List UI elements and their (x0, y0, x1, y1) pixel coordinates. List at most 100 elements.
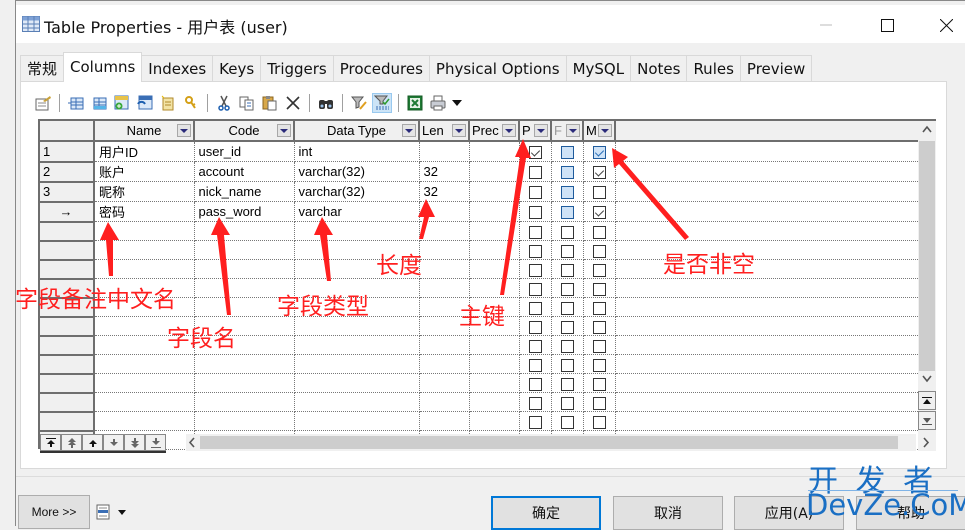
dropdown-arrow-icon[interactable] (177, 124, 191, 137)
cell-prec[interactable] (469, 141, 520, 162)
cell-datatype[interactable] (294, 354, 420, 374)
primary-checkbox[interactable] (528, 206, 542, 220)
column-header-name[interactable]: Name (94, 121, 195, 142)
mandatory-checkbox[interactable] (592, 263, 606, 277)
cell-code[interactable] (194, 411, 295, 431)
cut-button[interactable] (214, 93, 234, 113)
cell-prec[interactable] (469, 392, 520, 412)
table-row[interactable] (40, 259, 920, 280)
mandatory-checkbox[interactable] (592, 244, 606, 258)
dropdown-arrow-icon[interactable] (277, 124, 291, 137)
horizontal-scrollbar[interactable] (186, 434, 930, 451)
cell-datatype[interactable] (294, 411, 420, 431)
row-header[interactable] (40, 373, 95, 394)
mandatory-checkbox[interactable] (592, 166, 606, 180)
cell-len[interactable] (419, 373, 470, 393)
foreign-checkbox[interactable] (560, 415, 574, 429)
dropdown-arrow-icon[interactable] (452, 124, 466, 137)
cell-code[interactable]: account (194, 161, 295, 182)
row-header[interactable] (40, 335, 95, 356)
cancel-button[interactable]: 取消 (613, 496, 723, 530)
scroll-up-icon[interactable] (922, 125, 932, 133)
tab-general[interactable]: 常规 (20, 55, 65, 82)
foreign-checkbox[interactable] (560, 206, 574, 220)
cell-code[interactable]: pass_word (194, 201, 295, 222)
row-header[interactable] (40, 259, 95, 280)
add-columns-button[interactable] (112, 93, 132, 113)
move-page-up-button[interactable] (61, 434, 82, 451)
ok-button[interactable]: 确定 (491, 496, 601, 530)
cell-code[interactable]: user_id (194, 141, 295, 162)
cell-len[interactable]: 32 (419, 161, 470, 182)
cell-name[interactable]: 昵称 (94, 181, 195, 202)
cell-name[interactable] (94, 411, 195, 431)
cell-code[interactable] (194, 221, 295, 241)
mandatory-checkbox[interactable] (592, 301, 606, 315)
cell-len[interactable] (419, 221, 470, 241)
cell-prec[interactable] (469, 259, 520, 279)
domain-button[interactable] (158, 93, 178, 113)
primary-checkbox[interactable] (528, 146, 542, 160)
cell-len[interactable] (419, 335, 470, 355)
primary-checkbox[interactable] (528, 301, 542, 315)
delete-button[interactable] (283, 93, 303, 113)
cell-name[interactable] (94, 259, 195, 279)
reuse-columns-button[interactable] (135, 93, 155, 113)
move-bottom-button[interactable] (145, 434, 166, 451)
cell-code[interactable] (194, 354, 295, 374)
scroll-top-button[interactable] (918, 391, 936, 410)
mandatory-checkbox[interactable] (592, 146, 606, 160)
mandatory-checkbox[interactable] (592, 339, 606, 353)
dropdown-arrow-icon[interactable] (534, 124, 548, 137)
mandatory-checkbox[interactable] (592, 225, 606, 239)
mandatory-checkbox[interactable] (592, 396, 606, 410)
move-page-down-button[interactable] (124, 434, 145, 451)
scroll-down-icon[interactable] (922, 375, 932, 383)
primary-checkbox[interactable] (528, 244, 542, 258)
cell-name[interactable] (94, 240, 195, 260)
dropdown-arrow-icon[interactable] (598, 124, 612, 137)
primary-checkbox[interactable] (528, 339, 542, 353)
cell-name[interactable] (94, 373, 195, 393)
cell-name[interactable] (94, 221, 195, 241)
foreign-checkbox[interactable] (560, 225, 574, 239)
cell-len[interactable] (419, 240, 470, 260)
report-dropdown[interactable] (96, 504, 126, 520)
primary-checkbox[interactable] (528, 186, 542, 200)
print-dropdown[interactable] (451, 93, 463, 113)
cell-prec[interactable] (469, 335, 520, 355)
cell-len[interactable] (419, 354, 470, 374)
mandatory-checkbox[interactable] (592, 358, 606, 372)
primary-checkbox[interactable] (528, 415, 542, 429)
primary-checkbox[interactable] (528, 166, 542, 180)
mandatory-checkbox[interactable] (592, 186, 606, 200)
cell-datatype[interactable]: varchar (294, 201, 420, 222)
row-header[interactable] (40, 411, 95, 432)
row-header[interactable] (40, 240, 95, 261)
close-button[interactable] (923, 9, 965, 41)
tab-preview[interactable]: Preview (739, 55, 813, 82)
scroll-bottom-button[interactable] (918, 411, 936, 430)
foreign-checkbox[interactable] (560, 301, 574, 315)
vertical-scroll-thumb[interactable] (919, 141, 935, 371)
cell-prec[interactable] (469, 278, 520, 298)
cell-len[interactable] (419, 259, 470, 279)
row-header[interactable] (40, 316, 95, 337)
cell-name[interactable]: 密码 (94, 201, 195, 222)
primary-checkbox[interactable] (528, 377, 542, 391)
mandatory-checkbox[interactable] (592, 282, 606, 296)
tab-notes[interactable]: Notes (630, 55, 688, 82)
copy-button[interactable] (237, 93, 257, 113)
cell-prec[interactable] (469, 201, 520, 222)
table-row[interactable] (40, 354, 920, 375)
cell-datatype[interactable]: int (294, 141, 420, 162)
cell-prec[interactable] (469, 161, 520, 182)
column-header-len[interactable]: Len (419, 121, 470, 142)
column-header-foreign[interactable]: F (551, 121, 584, 142)
primary-checkbox[interactable] (528, 263, 542, 277)
foreign-checkbox[interactable] (560, 396, 574, 410)
mandatory-checkbox[interactable] (592, 377, 606, 391)
dropdown-arrow-icon[interactable] (566, 124, 580, 137)
table-row[interactable] (40, 373, 920, 394)
row-header[interactable]: 3 (40, 181, 95, 203)
